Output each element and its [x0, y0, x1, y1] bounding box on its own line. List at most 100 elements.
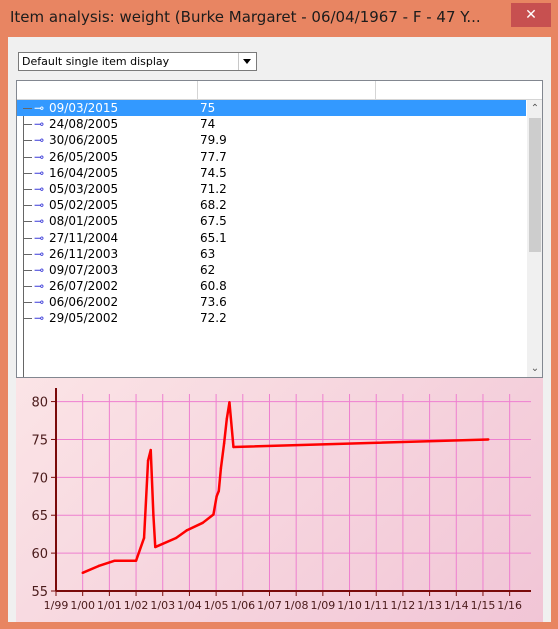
data-point	[97, 564, 100, 568]
data-point	[81, 571, 84, 575]
measurement-list[interactable]: ⊸ 09/03/2015 75 ⊸ 24/08/2005 74 ⊸ 30/06/2005 79.…	[16, 80, 543, 378]
tree-branch-line	[23, 172, 32, 174]
data-point	[232, 445, 235, 449]
list-item[interactable]: ⊸ 26/05/2005 77.7	[17, 149, 526, 165]
x-tick-label: 1/10	[337, 599, 362, 612]
row-date: 30/06/2005	[49, 133, 119, 148]
row-value: 60.8	[200, 279, 227, 294]
tree-branch-line	[23, 205, 32, 207]
scroll-down-arrow-icon[interactable]: ⌄	[527, 360, 542, 377]
list-item[interactable]: ⊸ 29/05/2002 72.2	[17, 310, 526, 326]
row-date: 05/03/2005	[49, 181, 119, 196]
column-header-date[interactable]	[17, 81, 198, 99]
row-date: 26/11/2003	[49, 246, 119, 261]
node-bullet-icon: ⊸	[34, 311, 45, 326]
data-point	[212, 513, 215, 516]
tree-branch-line	[23, 318, 32, 320]
list-item[interactable]: ⊸ 26/07/2002 60.8	[17, 278, 526, 294]
window-title: Item analysis: weight (Burke Margaret - …	[10, 8, 481, 26]
data-point	[113, 559, 116, 562]
y-tick-label: 55	[31, 585, 48, 600]
node-bullet-icon: ⊸	[34, 279, 45, 294]
weight-chart-svg: 55 60 65 70 75 80 1/99 1/00 1/01 1/02 1/03 1/04 1/05…	[31, 388, 531, 612]
row-date: 24/08/2005	[49, 117, 119, 132]
node-bullet-icon: ⊸	[34, 230, 45, 245]
title-bar[interactable]: Item analysis: weight (Burke Margaret - …	[0, 0, 558, 36]
list-item[interactable]: ⊸ 16/04/2005 74.5	[17, 165, 526, 181]
data-point	[142, 536, 146, 540]
x-tick-label: 1/08	[284, 599, 309, 612]
node-bullet-icon: ⊸	[34, 198, 45, 213]
data-point	[146, 459, 150, 462]
row-date: 27/11/2004	[49, 230, 119, 245]
column-header-extra[interactable]	[376, 81, 541, 99]
row-date: 26/07/2002	[49, 279, 119, 294]
list-item[interactable]: ⊸ 30/06/2005 79.9	[17, 132, 526, 148]
x-tick-label: 1/05	[204, 599, 229, 612]
data-point	[149, 448, 152, 452]
scroll-thumb[interactable]	[529, 118, 541, 252]
list-item[interactable]: ⊸ 26/11/2003 63	[17, 246, 526, 262]
x-tick-label: 1/06	[230, 599, 255, 612]
chevron-down-icon[interactable]	[238, 53, 256, 70]
data-point	[219, 467, 223, 470]
node-bullet-icon: ⊸	[34, 295, 45, 310]
close-button[interactable]: ✕	[511, 3, 551, 27]
display-mode-select[interactable]: Default single item display	[18, 52, 257, 71]
list-item[interactable]: ⊸ 05/03/2005 71.2	[17, 181, 526, 197]
y-tick-label: 65	[31, 509, 48, 524]
node-bullet-icon: ⊸	[34, 101, 45, 115]
tree-branch-line	[23, 253, 32, 255]
list-item[interactable]: ⊸ 06/06/2002 73.6	[17, 294, 526, 310]
x-tick-label: 1/00	[70, 599, 95, 612]
tree-branch-line	[23, 156, 32, 158]
x-tick-label: 1/01	[97, 599, 122, 612]
tree-branch-line	[23, 140, 32, 142]
row-date: 16/04/2005	[49, 165, 119, 180]
node-bullet-icon: ⊸	[34, 165, 45, 180]
tree-branch-line	[23, 221, 32, 223]
item-analysis-window: Item analysis: weight (Burke Margaret - …	[0, 0, 558, 629]
x-tick-label: 1/02	[124, 599, 149, 612]
x-tick-label: 1/11	[364, 599, 389, 612]
tree-branch-line	[23, 286, 32, 288]
tree-branch-line	[23, 108, 32, 109]
x-tick-label: 1/12	[391, 599, 416, 612]
node-bullet-icon: ⊸	[34, 262, 45, 277]
node-bullet-icon: ⊸	[34, 246, 45, 261]
node-bullet-icon: ⊸	[34, 149, 45, 164]
row-date: 29/05/2002	[49, 311, 119, 326]
data-point	[152, 514, 155, 517]
list-item[interactable]: ⊸ 09/07/2003 62	[17, 262, 526, 278]
data-point	[215, 495, 218, 498]
y-tick-label: 75	[31, 433, 48, 448]
client-area: Default single item display ⊸ 09/03/2015 7…	[8, 37, 551, 622]
row-date: 09/03/2015	[49, 101, 119, 115]
tree-branch-line	[23, 124, 32, 126]
tree-branch-line	[23, 269, 32, 271]
tree-branch-line	[23, 302, 32, 304]
list-item[interactable]: ⊸ 08/01/2005 67.5	[17, 213, 526, 229]
weight-series-line	[82, 401, 489, 574]
row-value: 75	[200, 101, 216, 115]
list-item[interactable]: ⊸ 05/02/2005 68.2	[17, 197, 526, 213]
tree-branch-line	[23, 237, 32, 239]
node-bullet-icon: ⊸	[34, 214, 45, 229]
row-value: 77.7	[200, 149, 227, 164]
row-value: 67.5	[200, 214, 227, 229]
x-tick-label: 1/04	[177, 599, 202, 612]
list-item[interactable]: ⊸ 24/08/2005 74	[17, 116, 526, 132]
list-item[interactable]: ⊸ 27/11/2004 65.1	[17, 230, 526, 246]
row-value: 65.1	[200, 230, 227, 245]
column-header-value[interactable]	[198, 81, 376, 99]
x-tick-label: 1/07	[257, 599, 282, 612]
x-tick-label: 1/14	[444, 599, 469, 612]
list-item[interactable]: ⊸ 09/03/2015 75	[17, 100, 526, 117]
node-bullet-icon: ⊸	[34, 133, 45, 148]
scroll-up-arrow-icon[interactable]: ⌃	[527, 100, 542, 117]
row-value: 63	[200, 246, 216, 261]
x-tick-label: 1/09	[311, 599, 336, 612]
row-value: 73.6	[200, 295, 227, 310]
vertical-scrollbar[interactable]: ⌃ ⌄	[527, 100, 542, 377]
weight-chart: 55 60 65 70 75 80 1/99 1/00 1/01 1/02 1/03 1/04 1/05…	[16, 378, 543, 622]
